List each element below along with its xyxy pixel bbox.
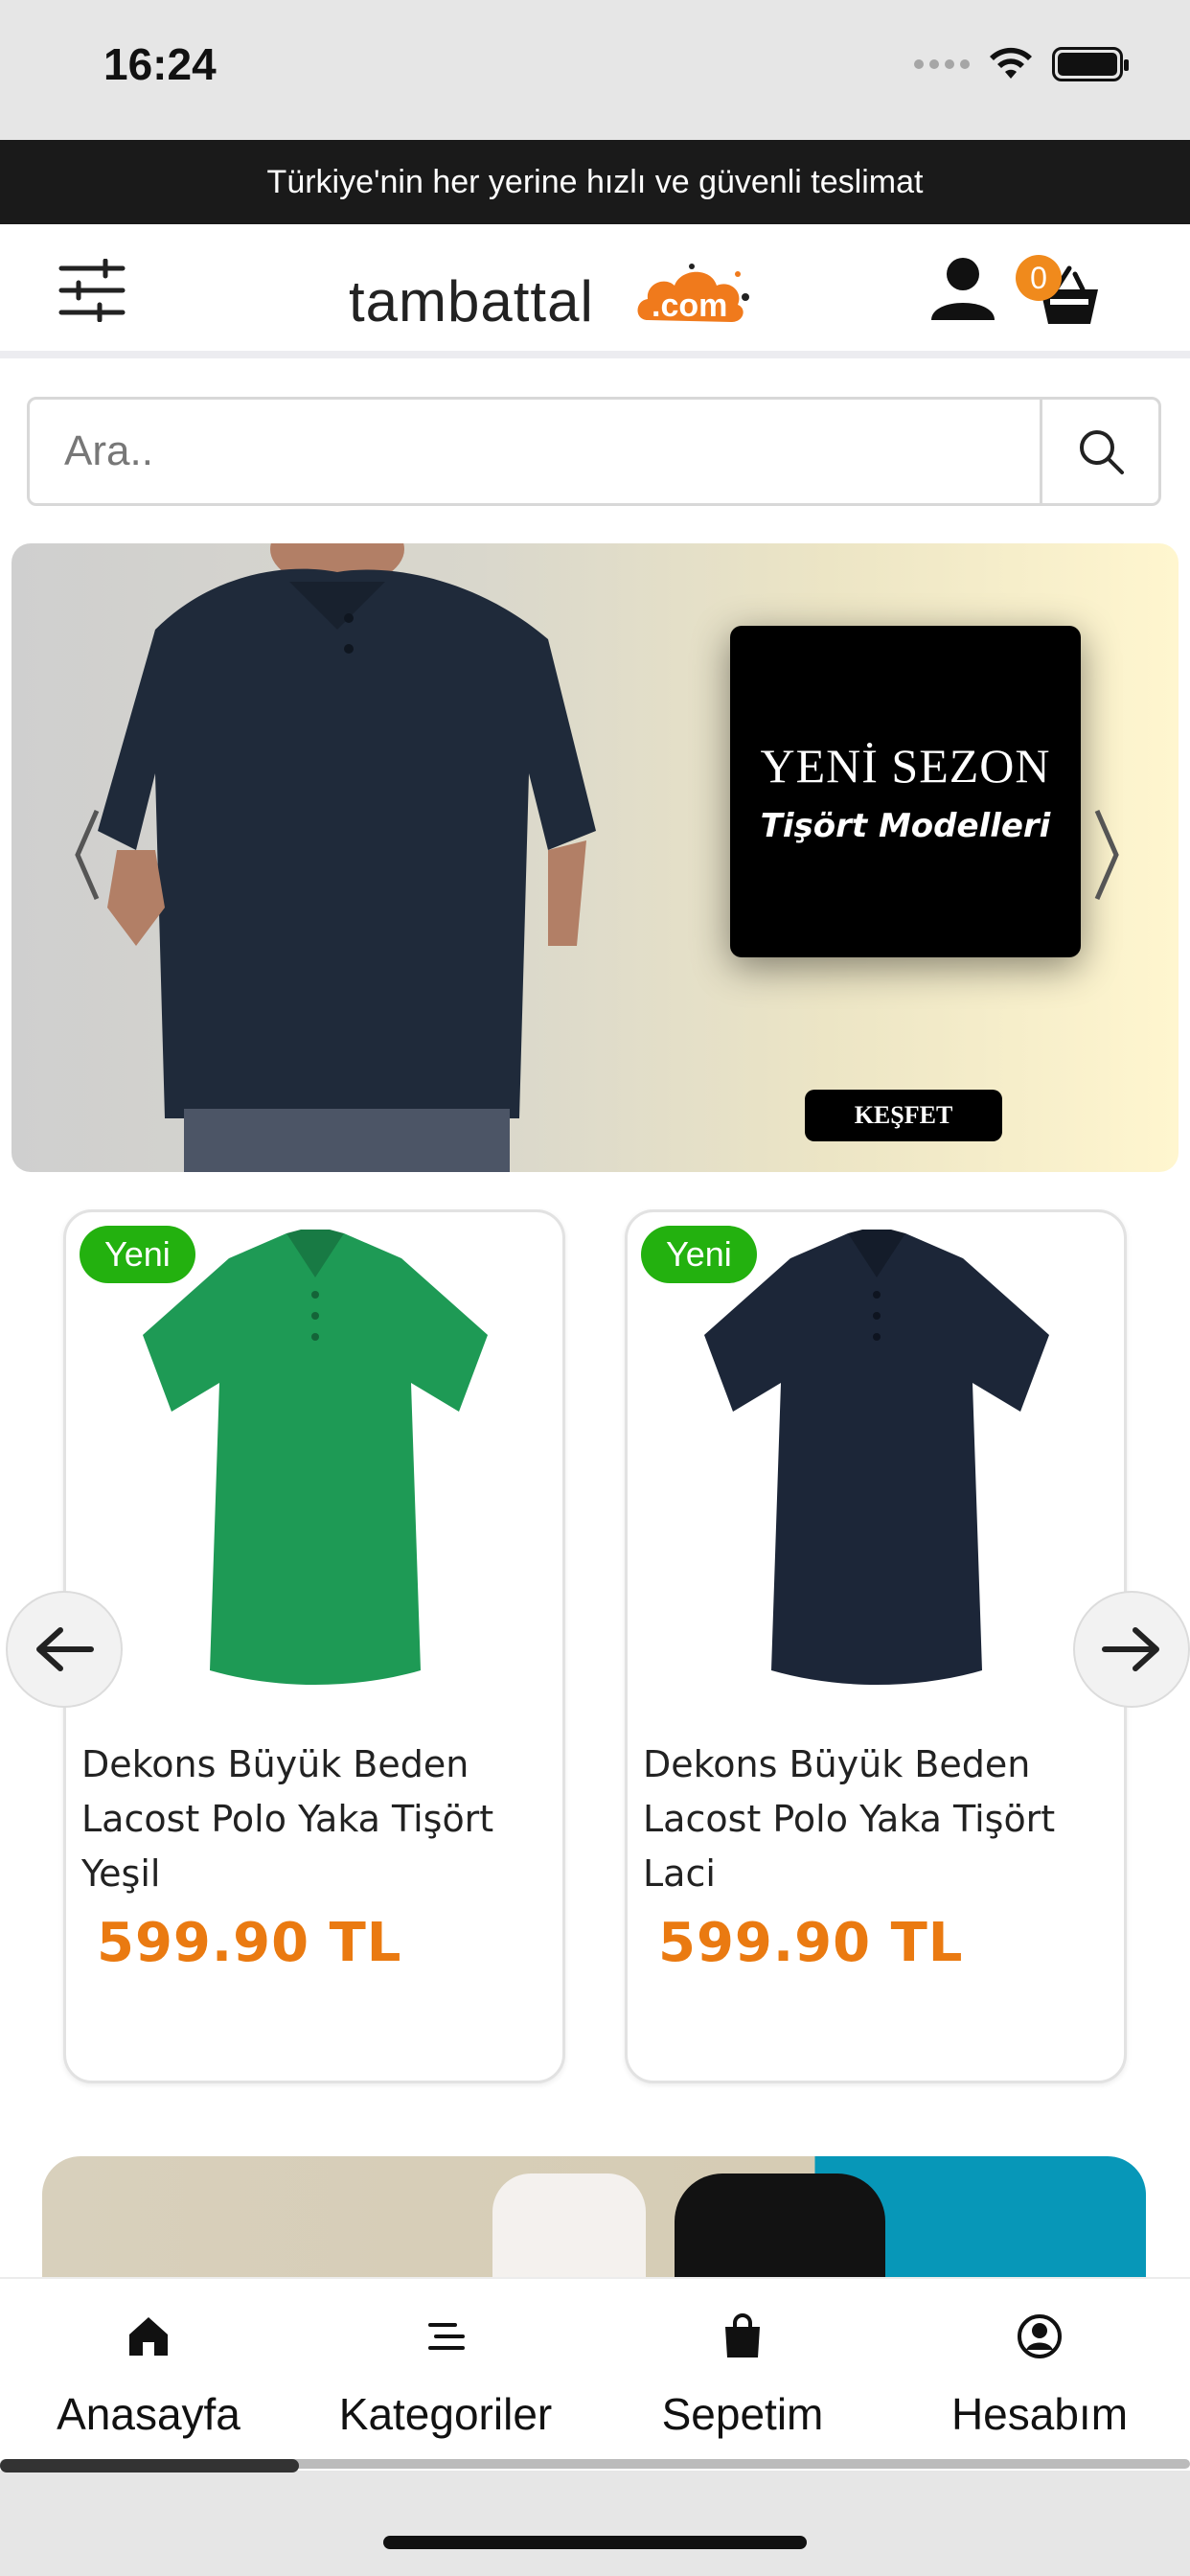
account-circle-icon [1018, 2314, 1062, 2358]
new-badge: Yeni [80, 1226, 195, 1283]
hero-next-button[interactable] [1088, 802, 1127, 908]
hero-model-image [98, 543, 596, 1172]
search-bar [27, 397, 1161, 506]
tab-label: Sepetim [661, 2389, 824, 2439]
product-image [143, 1230, 488, 1685]
new-badge: Yeni [641, 1226, 757, 1283]
arrow-right-icon [1102, 1627, 1159, 1671]
cart-count-badge: 0 [1016, 255, 1062, 301]
tab-categories[interactable]: Kategoriler [297, 2279, 594, 2471]
product-name[interactable]: Dekons Büyük Beden Lacost Polo Yaka Tişö… [643, 1737, 1103, 1901]
chevron-right-icon [1094, 810, 1119, 900]
tab-label: Anasayfa [57, 2389, 240, 2439]
main-content: YENİ SEZON Tişört Modelleri KEŞFET Yeni … [0, 358, 1190, 2279]
tab-account[interactable]: Hesabım [891, 2279, 1188, 2471]
shopping-bag-icon [725, 2313, 760, 2358]
hero-promo-card: YENİ SEZON Tişört Modelleri [730, 626, 1081, 957]
tab-home[interactable]: Anasayfa [0, 2279, 297, 2471]
logo-text: tambattal [349, 269, 594, 334]
product-image [704, 1230, 1049, 1685]
hero-cta-button[interactable]: KEŞFET [805, 1090, 1002, 1141]
home-indicator [383, 2536, 807, 2549]
scroll-indicator [0, 2459, 299, 2472]
product-card[interactable]: Yeni Dekons Büyük Beden Lacost Polo Yaka… [63, 1209, 565, 2083]
search-icon [1079, 430, 1124, 474]
product-name[interactable]: Dekons Büyük Beden Lacost Polo Yaka Tişö… [81, 1737, 541, 1901]
hero-banner[interactable]: YENİ SEZON Tişört Modelleri KEŞFET [11, 543, 1179, 1172]
announcement-bar: Türkiye'nin her yerine hızlı ve güvenli … [0, 140, 1190, 224]
hero-prev-button[interactable] [67, 802, 105, 908]
status-icons [914, 46, 1129, 82]
tab-cart[interactable]: Sepetim [594, 2279, 891, 2471]
hero-subtitle: Tişört Modelleri [760, 807, 1051, 845]
hero-title: YENİ SEZON [760, 739, 1051, 793]
logo[interactable]: tambattal .com [349, 247, 751, 339]
filter-icon[interactable] [57, 259, 126, 322]
banner-shirt-image [675, 2174, 885, 2279]
status-bar: 16:24 [0, 0, 1190, 140]
bottom-tab-bar: Anasayfa Kategoriler Sepetim Hesabım [0, 2277, 1190, 2471]
tab-label: Hesabım [950, 2389, 1129, 2439]
search-button[interactable] [1040, 400, 1158, 503]
home-icon [129, 2317, 168, 2356]
product-card[interactable]: Yeni Dekons Büyük Beden Lacost Polo Yaka… [625, 1209, 1127, 2083]
signal-icon [914, 59, 970, 69]
chevron-left-icon [75, 810, 100, 900]
secondary-banner[interactable] [42, 2156, 1146, 2279]
search-input[interactable] [30, 400, 1043, 503]
menu-lines-icon [428, 2323, 465, 2350]
product-carousel: Yeni Dekons Büyük Beden Lacost Polo Yaka… [0, 1209, 1190, 2091]
carousel-next-button[interactable] [1073, 1591, 1190, 1708]
logo-suffix: .com [652, 288, 728, 324]
tab-label: Kategoriler [338, 2389, 553, 2439]
arrow-left-icon [36, 1627, 94, 1671]
carousel-prev-button[interactable] [6, 1591, 123, 1708]
status-time: 16:24 [103, 39, 217, 89]
cart-button[interactable]: 0 [1016, 255, 1102, 332]
battery-icon [1052, 47, 1129, 81]
announcement-text: Türkiye'nin her yerine hızlı ve güvenli … [266, 163, 924, 200]
product-price: 599.90 TL [658, 1912, 964, 1974]
wifi-icon [990, 47, 1032, 79]
user-icon[interactable] [929, 255, 996, 322]
product-price: 599.90 TL [97, 1912, 402, 1974]
banner-shirt-image [492, 2174, 646, 2279]
header: tambattal .com 0 [0, 224, 1190, 358]
